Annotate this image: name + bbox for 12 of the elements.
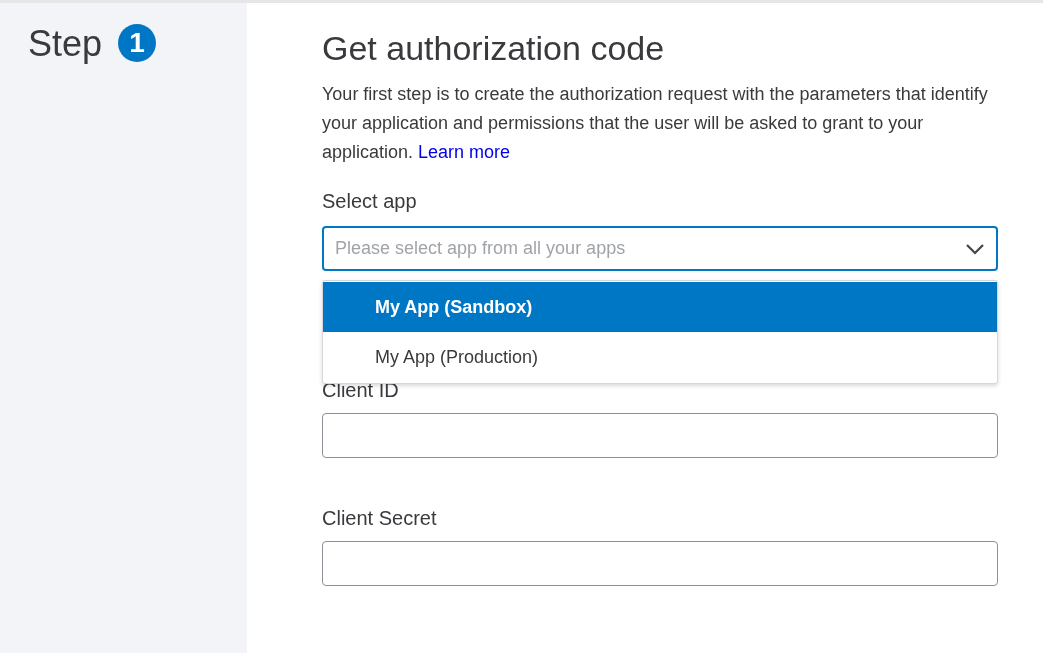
field-label: Client Secret [322, 506, 438, 530]
step-number-badge: 1 [118, 24, 157, 62]
input-field[interactable] [322, 413, 998, 458]
dropdown-option[interactable]: My App (Sandbox) [323, 282, 997, 332]
input-field[interactable] [322, 541, 998, 586]
select-app-label: Select app [322, 189, 418, 213]
page-heading: Get authorization code [322, 28, 666, 69]
intro-paragraph: Your first step is to create the authorization request with the parameters that identify your application and permissions that the user will be asked to grant to your application. Learn more [322, 83, 989, 164]
step-label: Step [28, 24, 103, 64]
learn-more-link[interactable]: Learn more [418, 142, 511, 162]
chevron-down-icon [965, 242, 985, 255]
dropdown-option[interactable]: My App (Production) [323, 332, 997, 382]
